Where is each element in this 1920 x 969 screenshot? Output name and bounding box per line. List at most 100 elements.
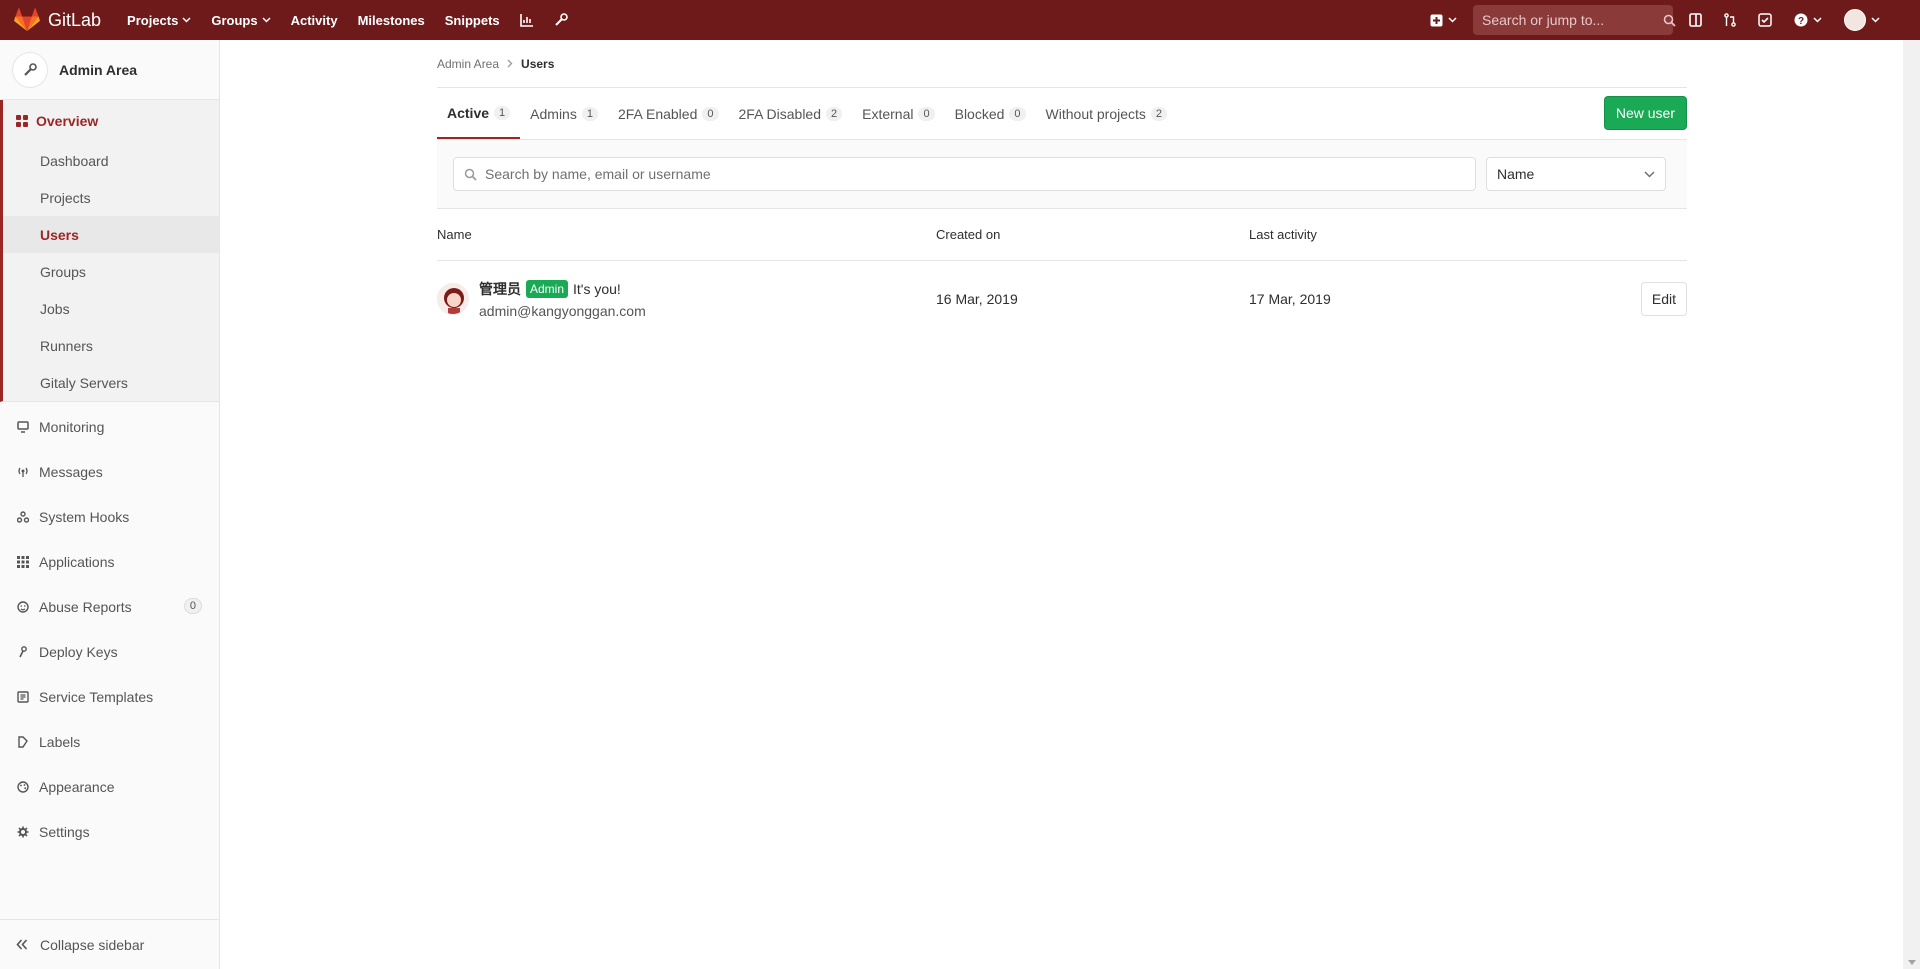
nav-projects[interactable]: Projects — [127, 13, 191, 28]
tab-admins[interactable]: Admins 1 — [520, 88, 608, 139]
sidebar-subitem-gitaly-servers[interactable]: Gitaly Servers — [3, 364, 219, 401]
tab-count: 0 — [702, 106, 719, 121]
user-filter-tabs: Active 1 Admins 1 2FA Enabled 0 2FA Disable… — [437, 88, 1687, 140]
edit-user-button[interactable]: Edit — [1640, 282, 1687, 316]
sidebar-item-overview[interactable]: Overview — [3, 100, 219, 142]
filter-bar: Name — [437, 140, 1687, 209]
search-icon — [1663, 14, 1676, 27]
sidebar-item-label: System Hooks — [39, 508, 130, 525]
tab-blocked[interactable]: Blocked 0 — [945, 88, 1036, 139]
sort-dropdown[interactable]: Name — [1486, 157, 1666, 191]
nav-groups-label: Groups — [211, 12, 258, 28]
tab-count: 1 — [581, 106, 598, 121]
nav-right: ? — [1430, 0, 1920, 40]
sidebar-item-label: Service Templates — [39, 688, 154, 705]
collapse-sidebar-button[interactable]: Collapse sidebar — [0, 919, 219, 969]
wrench-icon[interactable] — [554, 13, 568, 27]
page-scrollbar[interactable] — [1903, 40, 1920, 969]
nav-activity[interactable]: Activity — [291, 13, 338, 28]
tab-without-projects[interactable]: Without projects 2 — [1036, 88, 1178, 139]
user-search-input[interactable] — [485, 166, 1465, 182]
sidebar-item-system-hooks[interactable]: System Hooks — [0, 494, 219, 539]
avatar — [1844, 9, 1866, 31]
tab-label: External — [862, 105, 914, 122]
hook-icon — [16, 510, 30, 523]
tab-count: 1 — [494, 105, 511, 120]
chart-icon[interactable] — [519, 13, 534, 27]
user-search[interactable] — [453, 157, 1476, 191]
sidebar-item-label: Abuse Reports — [39, 598, 132, 615]
sidebar-overview-section: Overview Dashboard Projects Users Groups… — [0, 100, 219, 402]
sidebar-item-settings[interactable]: Settings — [0, 809, 219, 854]
sidebar-title: Admin Area — [59, 61, 138, 78]
sidebar-item-monitoring[interactable]: Monitoring — [0, 404, 219, 449]
column-header-name: Name — [437, 227, 472, 242]
sidebar-toggle-icon[interactable] — [1689, 13, 1702, 27]
sidebar-subitem-users[interactable]: Users — [3, 216, 219, 253]
tab-label: Admins — [530, 105, 577, 122]
top-nav: Projects Groups Activity Milestones Snip… — [127, 0, 588, 40]
user-name[interactable]: 管理员 — [479, 279, 521, 299]
tab-label: 2FA Disabled — [738, 105, 822, 122]
sidebar-subitem-runners[interactable]: Runners — [3, 327, 219, 364]
new-user-button[interactable]: New user — [1603, 96, 1687, 130]
avatar[interactable] — [437, 283, 469, 315]
sidebar-subitem-groups[interactable]: Groups — [3, 253, 219, 290]
sidebar-subitem-dashboard[interactable]: Dashboard — [3, 142, 219, 179]
global-search[interactable] — [1473, 5, 1676, 35]
top-navbar: GitLab Projects Groups Activity Mileston… — [0, 0, 1920, 40]
chevron-down-icon — [1813, 17, 1822, 23]
nav-groups[interactable]: Groups — [211, 12, 271, 28]
question-icon: ? — [1794, 13, 1808, 27]
tab-external[interactable]: External 0 — [852, 88, 944, 139]
sidebar-subitem-jobs[interactable]: Jobs — [3, 290, 219, 327]
merge-request-icon[interactable] — [1724, 13, 1736, 27]
global-search-input[interactable] — [1482, 12, 1663, 28]
nav-projects-label: Projects — [127, 12, 179, 28]
tab-label: 2FA Enabled — [617, 105, 698, 122]
gitlab-logo-icon — [14, 8, 40, 32]
its-you-label: It's you! — [573, 281, 621, 297]
sidebar-item-service-templates[interactable]: Service Templates — [0, 674, 219, 719]
column-header-last-activity: Last activity — [1249, 227, 1317, 242]
sidebar-header[interactable]: Admin Area — [0, 40, 219, 100]
main-content: Admin Area Users Active 1 Admins 1 2FA Ena… — [437, 40, 1687, 337]
smiley-icon — [16, 600, 30, 613]
sidebar-item-applications[interactable]: Applications — [0, 539, 219, 584]
tab-2fa-enabled[interactable]: 2FA Enabled 0 — [608, 88, 729, 139]
sidebar-item-deploy-keys[interactable]: Deploy Keys — [0, 629, 219, 674]
tab-count: 0 — [918, 106, 935, 121]
search-icon — [464, 168, 477, 181]
admin-badge: Admin — [526, 280, 569, 298]
breadcrumb-parent[interactable]: Admin Area — [437, 57, 499, 71]
sort-value: Name — [1497, 166, 1535, 182]
user-created-on: 16 Mar, 2019 — [936, 291, 1018, 307]
sidebar-item-messages[interactable]: Messages — [0, 449, 219, 494]
sidebar-item-appearance[interactable]: Appearance — [0, 764, 219, 809]
brand[interactable]: GitLab — [14, 0, 101, 40]
new-dropdown[interactable] — [1430, 14, 1457, 27]
nav-milestones[interactable]: Milestones — [358, 13, 425, 28]
nav-snippets[interactable]: Snippets — [445, 13, 500, 28]
plus-square-icon — [1430, 14, 1443, 27]
sidebar-item-labels[interactable]: Labels — [0, 719, 219, 764]
sidebar-subitem-projects[interactable]: Projects — [3, 179, 219, 216]
help-dropdown[interactable]: ? — [1794, 13, 1822, 27]
breadcrumb: Admin Area Users — [437, 40, 1687, 88]
table-row: 管理员 Admin It's you! admin@kangyonggan.co… — [437, 261, 1687, 337]
svg-text:?: ? — [1798, 16, 1804, 27]
sidebar-item-abuse-reports[interactable]: Abuse Reports 0 — [0, 584, 219, 629]
sidebar-item-label: Deploy Keys — [39, 643, 118, 660]
tab-count: 2 — [826, 106, 843, 121]
count-badge: 0 — [183, 598, 202, 614]
tab-2fa-disabled[interactable]: 2FA Disabled 2 — [729, 88, 853, 139]
todo-icon[interactable] — [1758, 13, 1772, 27]
tab-label: Without projects — [1045, 105, 1146, 122]
tab-label: Active — [447, 104, 490, 121]
sidebar-item-label: Settings — [39, 823, 90, 840]
tab-active[interactable]: Active 1 — [437, 88, 521, 139]
grid-icon — [16, 555, 30, 568]
column-header-created: Created on — [936, 227, 1001, 242]
user-menu[interactable] — [1844, 9, 1880, 31]
scroll-down-arrow-icon[interactable] — [1908, 960, 1916, 965]
